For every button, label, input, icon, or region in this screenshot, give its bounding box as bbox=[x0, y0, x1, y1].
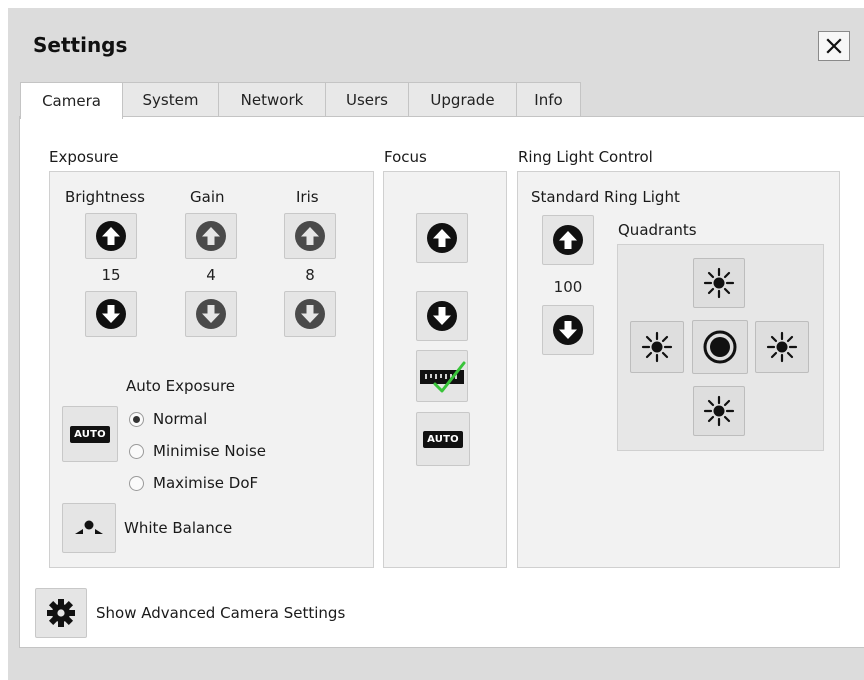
radio-maximise-dof[interactable] bbox=[129, 476, 144, 491]
tab-users[interactable]: Users bbox=[325, 82, 409, 117]
quadrant-left-button[interactable] bbox=[630, 321, 684, 373]
white-balance-icon bbox=[75, 520, 103, 534]
tab-network[interactable]: Network bbox=[218, 82, 326, 117]
ring-light-value: 100 bbox=[553, 278, 583, 296]
iris-value: 8 bbox=[305, 266, 315, 284]
gain-down-button[interactable] bbox=[185, 291, 237, 337]
ring-light-down-button[interactable] bbox=[542, 305, 594, 355]
gain-label: Gain bbox=[190, 188, 225, 206]
arrow-up-circle-icon bbox=[295, 221, 325, 251]
quadrant-right-button[interactable] bbox=[755, 321, 809, 373]
radio-normal[interactable] bbox=[129, 412, 144, 427]
focus-section-label: Focus bbox=[384, 148, 427, 166]
arrow-down-circle-icon bbox=[96, 299, 126, 329]
brightness-label: Brightness bbox=[65, 188, 145, 206]
arrow-down-circle-icon bbox=[295, 299, 325, 329]
quadrant-all-button[interactable] bbox=[692, 320, 748, 374]
close-icon bbox=[826, 38, 842, 54]
sun-icon bbox=[766, 331, 798, 363]
tab-camera[interactable]: Camera bbox=[20, 82, 123, 119]
arrow-down-circle-icon bbox=[427, 301, 457, 331]
radio-minimise-noise[interactable] bbox=[129, 444, 144, 459]
sun-icon bbox=[703, 395, 735, 427]
tab-system[interactable]: System bbox=[122, 82, 219, 117]
gain-up-button[interactable] bbox=[185, 213, 237, 259]
brightness-up-button[interactable] bbox=[85, 213, 137, 259]
arrow-up-circle-icon bbox=[553, 225, 583, 255]
white-balance-button[interactable] bbox=[62, 503, 116, 553]
focus-calibrate-button[interactable] bbox=[416, 350, 468, 402]
tab-upgrade[interactable]: Upgrade bbox=[408, 82, 517, 117]
auto-icon: AUTO bbox=[423, 430, 463, 448]
ring-light-all-icon bbox=[703, 330, 737, 364]
arrow-up-circle-icon bbox=[196, 221, 226, 251]
close-button[interactable] bbox=[818, 31, 850, 61]
quadrant-bottom-button[interactable] bbox=[693, 386, 745, 436]
ring-light-up-button[interactable] bbox=[542, 215, 594, 265]
quadrants-label: Quadrants bbox=[618, 221, 697, 239]
auto-exposure-button[interactable]: AUTO bbox=[62, 406, 118, 462]
iris-label: Iris bbox=[296, 188, 319, 206]
arrow-up-circle-icon bbox=[96, 221, 126, 251]
dialog-title: Settings bbox=[33, 33, 128, 57]
arrow-down-circle-icon bbox=[196, 299, 226, 329]
arrow-down-circle-icon bbox=[553, 315, 583, 345]
radio-normal-label: Normal bbox=[153, 410, 208, 428]
iris-down-button[interactable] bbox=[284, 291, 336, 337]
tab-info[interactable]: Info bbox=[516, 82, 581, 117]
sun-icon bbox=[703, 267, 735, 299]
radio-minimise-noise-label: Minimise Noise bbox=[153, 442, 266, 460]
sun-icon bbox=[641, 331, 673, 363]
radio-maximise-dof-label: Maximise DoF bbox=[153, 474, 259, 492]
advanced-settings-label: Show Advanced Camera Settings bbox=[96, 604, 346, 622]
brightness-value: 15 bbox=[101, 266, 121, 284]
standard-ring-light-label: Standard Ring Light bbox=[531, 188, 680, 206]
ruler-check-icon bbox=[420, 361, 466, 393]
advanced-settings-button[interactable] bbox=[35, 588, 87, 638]
auto-icon: AUTO bbox=[70, 425, 110, 443]
focus-auto-button[interactable]: AUTO bbox=[416, 412, 470, 466]
gain-value: 4 bbox=[206, 266, 216, 284]
brightness-down-button[interactable] bbox=[85, 291, 137, 337]
arrow-up-circle-icon bbox=[427, 223, 457, 253]
white-balance-label: White Balance bbox=[124, 519, 233, 537]
quadrant-top-button[interactable] bbox=[693, 258, 745, 308]
focus-far-button[interactable] bbox=[416, 291, 468, 341]
auto-exposure-label: Auto Exposure bbox=[126, 377, 236, 395]
gear-icon bbox=[47, 599, 75, 627]
ring-light-section-label: Ring Light Control bbox=[518, 148, 653, 166]
focus-near-button[interactable] bbox=[416, 213, 468, 263]
exposure-section-label: Exposure bbox=[49, 148, 119, 166]
iris-up-button[interactable] bbox=[284, 213, 336, 259]
